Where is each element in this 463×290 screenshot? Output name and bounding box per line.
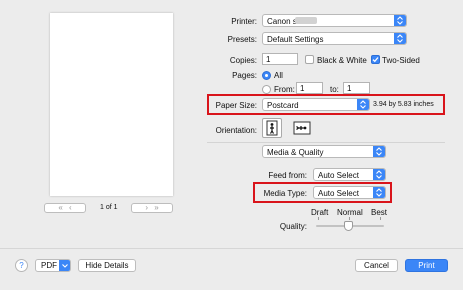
copies-field[interactable]: 1: [262, 53, 298, 65]
right-arrow-icon: ›: [145, 203, 148, 212]
printer-label: Printer:: [231, 17, 257, 26]
section-separator: [207, 142, 445, 143]
pages-all-radio[interactable]: [262, 71, 271, 80]
hide-details-button[interactable]: Hide Details: [78, 259, 136, 272]
pages-all-label: All: [274, 71, 283, 80]
pages-to-field[interactable]: 1: [343, 82, 370, 94]
feed-from-label: Feed from:: [268, 171, 307, 180]
print-button[interactable]: Print: [405, 259, 448, 272]
presets-value: Default Settings: [267, 35, 324, 44]
quality-tick-normal: Normal: [337, 208, 363, 217]
chevron-updown-icon: [394, 33, 406, 44]
quality-tick-draft: Draft: [311, 208, 329, 217]
chevron-down-icon: [59, 260, 70, 271]
media-type-select[interactable]: Auto Select: [313, 186, 386, 199]
pages-from-label: From:: [274, 85, 295, 94]
portrait-icon: [266, 120, 278, 136]
black-white-checkbox[interactable]: [305, 55, 314, 64]
paper-size-select[interactable]: Postcard: [262, 98, 370, 111]
printer-select[interactable]: Canon series: [262, 14, 407, 27]
pdf-menu-button[interactable]: PDF: [35, 259, 71, 272]
presets-select[interactable]: Default Settings: [262, 32, 407, 45]
help-icon: ?: [19, 261, 24, 270]
cancel-button[interactable]: Cancel: [355, 259, 398, 272]
left-arrow-icon: ‹: [69, 203, 72, 212]
chevron-updown-icon: [394, 15, 406, 26]
footer-separator: [0, 248, 463, 249]
quality-slider-knob[interactable]: [344, 221, 353, 231]
chevron-updown-icon: [373, 146, 385, 157]
double-right-arrow-icon: »: [154, 203, 159, 212]
copies-label: Copies:: [229, 56, 257, 65]
chevron-updown-icon: [357, 99, 369, 110]
paper-size-label: Paper Size:: [215, 101, 257, 110]
quality-tick-marks: [318, 217, 382, 220]
feed-from-select[interactable]: Auto Select: [313, 168, 386, 181]
section-value: Media & Quality: [267, 148, 324, 157]
orientation-landscape-button[interactable]: [292, 118, 312, 138]
help-button[interactable]: ?: [15, 259, 28, 272]
paper-size-dimensions: 3.94 by 5.83 inches: [373, 101, 434, 108]
next-page-button[interactable]: › »: [131, 203, 173, 213]
first-page-button[interactable]: « ‹: [44, 203, 86, 213]
blurred-model-name: [295, 17, 317, 24]
pages-label: Pages:: [232, 71, 257, 80]
landscape-icon: [293, 121, 311, 135]
media-type-value: Auto Select: [318, 189, 359, 198]
pdf-label: PDF: [41, 261, 57, 270]
chevron-updown-icon: [373, 169, 385, 180]
chevron-updown-icon: [373, 187, 385, 198]
black-white-label: Black & White: [317, 56, 367, 65]
print-preview-page: [50, 13, 173, 196]
orientation-portrait-button[interactable]: [262, 118, 282, 138]
paper-size-value: Postcard: [267, 101, 299, 110]
double-left-arrow-icon: «: [58, 203, 63, 212]
two-sided-label: Two-Sided: [382, 56, 420, 65]
pages-from-field[interactable]: 1: [296, 82, 323, 94]
media-type-label: Media Type:: [263, 189, 307, 198]
quality-tick-best: Best: [371, 208, 388, 217]
pages-from-radio[interactable]: [262, 85, 271, 94]
feed-from-value: Auto Select: [318, 171, 359, 180]
two-sided-checkbox[interactable]: [371, 55, 380, 64]
quality-label: Quality:: [279, 222, 307, 231]
presets-label: Presets:: [227, 35, 257, 44]
page-counter: 1 of 1: [100, 204, 118, 211]
pages-to-label: to:: [330, 85, 339, 94]
checkmark-icon: [372, 57, 379, 63]
section-select[interactable]: Media & Quality: [262, 145, 386, 158]
orientation-label: Orientation:: [215, 126, 257, 135]
